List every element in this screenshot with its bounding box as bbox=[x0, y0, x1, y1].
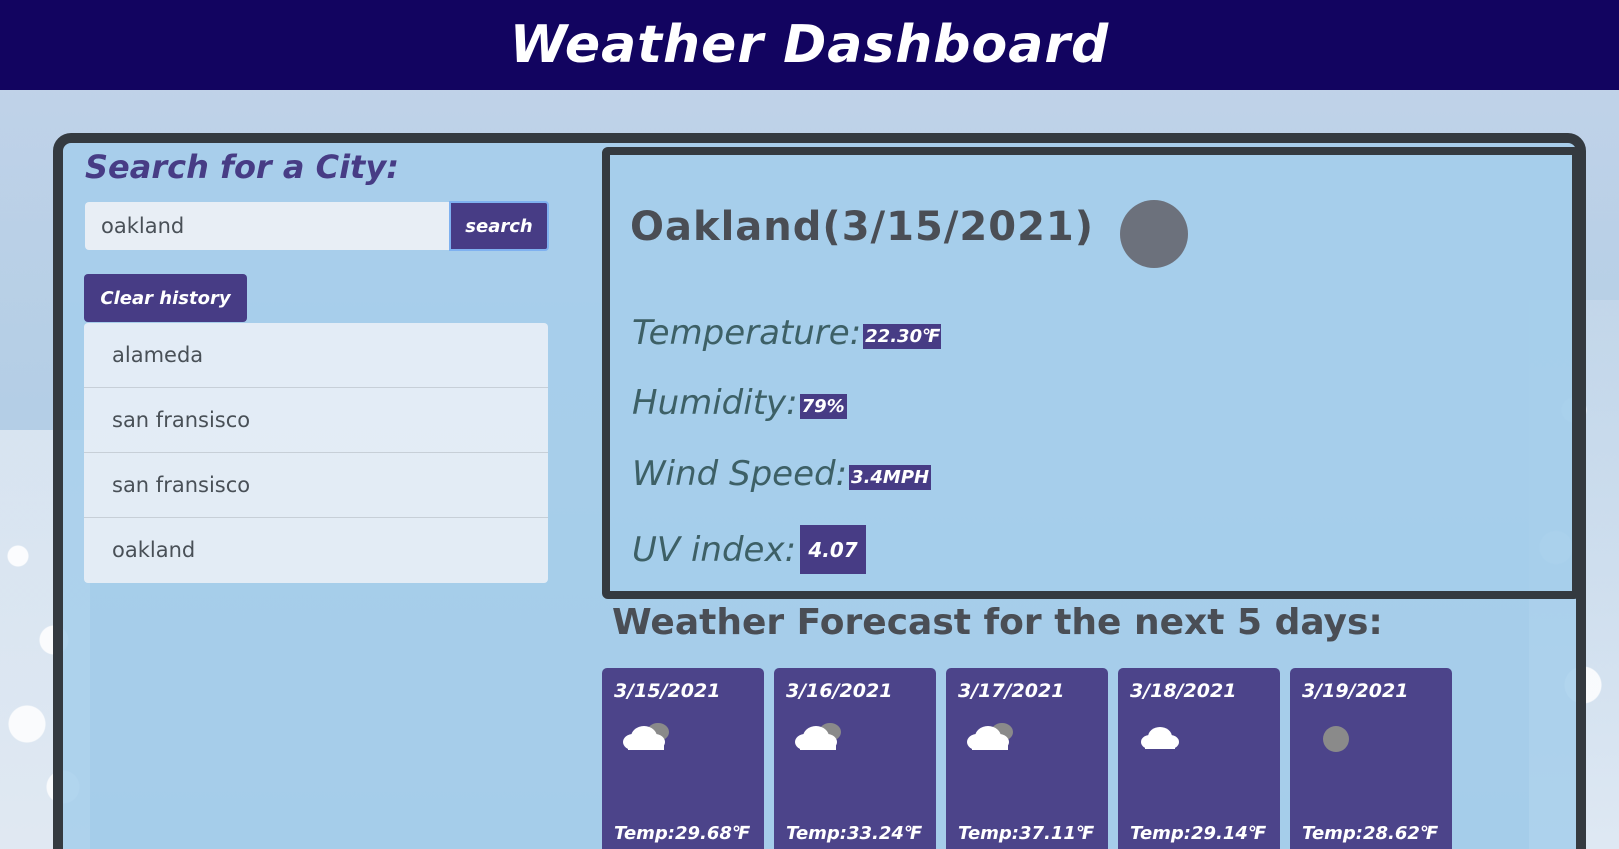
temperature-value: 22.30℉ bbox=[863, 324, 942, 349]
humidity-value: 79% bbox=[799, 394, 847, 419]
forecast-date: 3/16/2021 bbox=[786, 680, 893, 702]
app-header: Weather Dashboard bbox=[0, 0, 1619, 90]
forecast-date: 3/18/2021 bbox=[1130, 680, 1237, 702]
forecast-temp: Temp:37.11℉ bbox=[958, 823, 1094, 844]
humidity-row: Humidity: 79% bbox=[632, 383, 847, 423]
search-history-list: alameda san fransisco san fransisco oakl… bbox=[84, 323, 548, 583]
forecast-temp: Temp:33.24℉ bbox=[786, 823, 922, 844]
history-item[interactable]: san fransisco bbox=[84, 388, 548, 453]
uv-index-row: UV index: 4.07 bbox=[632, 525, 867, 574]
forecast-card: 3/17/2021 Temp:37.11℉ bbox=[946, 668, 1108, 849]
forecast-card: 3/16/2021 Temp:33.24℉ bbox=[774, 668, 936, 849]
wind-speed-row: Wind Speed: 3.4MPH bbox=[632, 454, 932, 494]
forecast-date: 3/17/2021 bbox=[958, 680, 1065, 702]
history-item[interactable]: oakland bbox=[84, 518, 548, 583]
temperature-label: Temperature: bbox=[632, 313, 862, 353]
temperature-row: Temperature: 22.30℉ bbox=[632, 313, 942, 353]
forecast-date: 3/19/2021 bbox=[1302, 680, 1409, 702]
uv-index-label: UV index: bbox=[632, 529, 797, 570]
forecast-temp: Temp:29.68℉ bbox=[614, 823, 750, 844]
humidity-label: Humidity: bbox=[632, 383, 798, 423]
forecast-heading: Weather Forecast for the next 5 days: bbox=[612, 602, 1383, 643]
history-item[interactable]: san fransisco bbox=[84, 453, 548, 518]
broken-clouds-icon bbox=[623, 723, 669, 750]
wind-speed-label: Wind Speed: bbox=[632, 454, 848, 494]
forecast-card: 3/15/2021 Temp:29.68℉ bbox=[602, 668, 764, 849]
forecast-temp: Temp:28.62℉ bbox=[1302, 823, 1438, 844]
search-heading: Search for a City: bbox=[85, 148, 399, 186]
history-item[interactable]: alameda bbox=[84, 323, 548, 388]
forecast-date: 3/15/2021 bbox=[614, 680, 721, 702]
moon-circle-icon bbox=[1120, 200, 1188, 268]
search-button[interactable]: search bbox=[449, 201, 549, 251]
broken-clouds-icon bbox=[795, 723, 841, 750]
broken-clouds-icon bbox=[967, 723, 1013, 750]
forecast-temp: Temp:29.14℉ bbox=[1130, 823, 1266, 844]
city-search-input[interactable] bbox=[85, 202, 450, 250]
clear-history-button[interactable]: Clear history bbox=[84, 274, 247, 322]
current-city-title: Oakland(3/15/2021) bbox=[630, 204, 1095, 250]
cloud-icon bbox=[1141, 727, 1179, 749]
forecast-card: 3/19/2021 Temp:28.62℉ bbox=[1290, 668, 1452, 849]
wind-speed-value: 3.4MPH bbox=[849, 465, 932, 490]
app-title: Weather Dashboard bbox=[509, 15, 1110, 75]
forecast-card: 3/18/2021 Temp:29.14℉ bbox=[1118, 668, 1280, 849]
uv-index-value: 4.07 bbox=[800, 525, 867, 574]
moon-circle-icon bbox=[1323, 726, 1349, 752]
